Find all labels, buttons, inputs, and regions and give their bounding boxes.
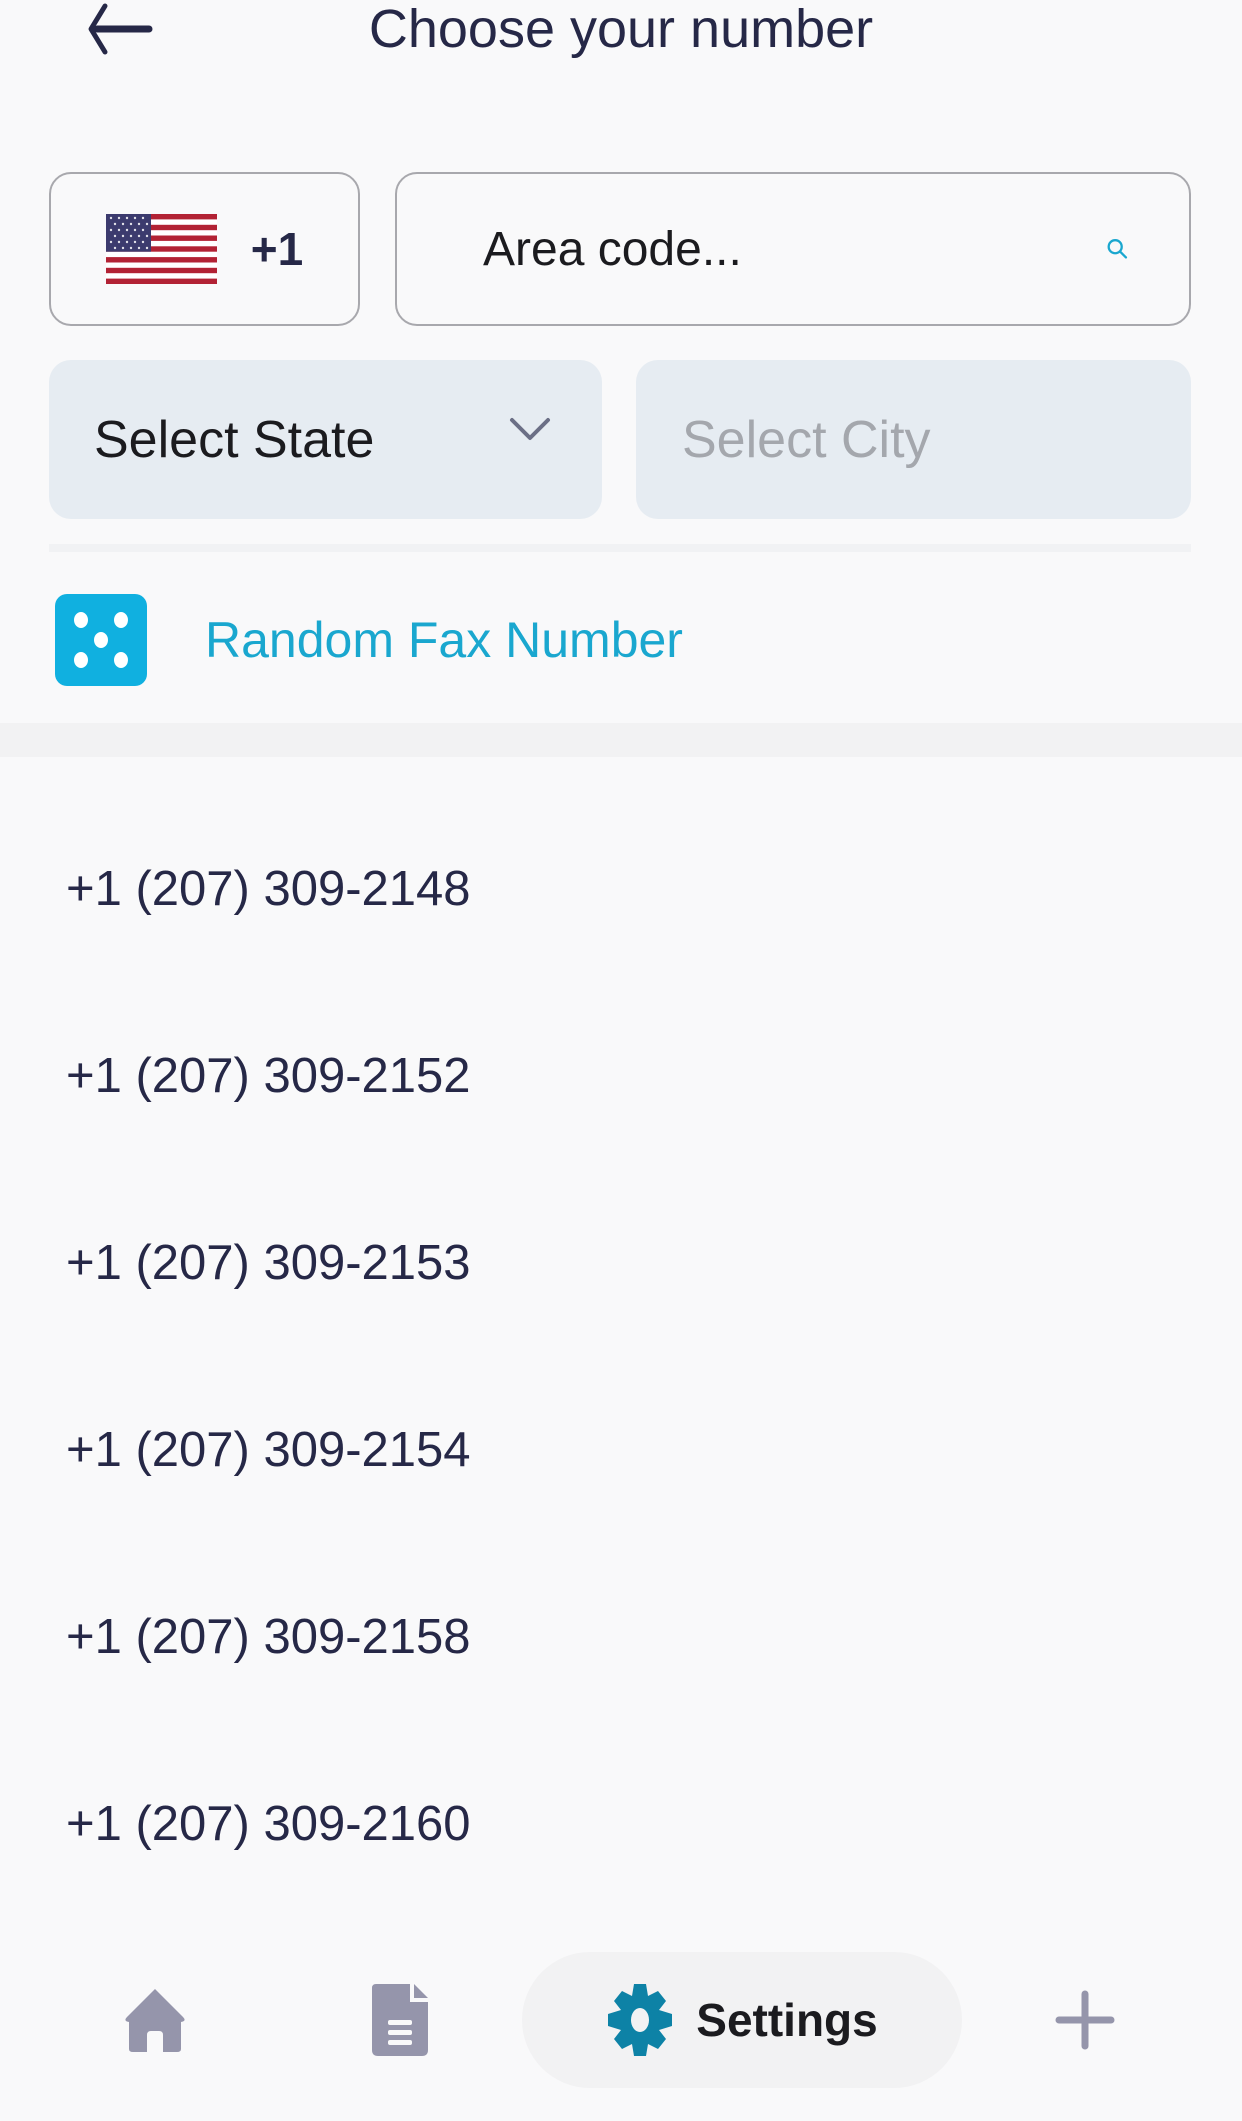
city-select-label: Select City: [682, 410, 931, 469]
list-item[interactable]: +1 (207) 309-2160: [0, 1730, 1242, 1917]
nav-home[interactable]: [100, 1930, 210, 2110]
section-separator: [0, 723, 1242, 757]
phone-number: +1 (207) 309-2158: [66, 1609, 471, 1664]
divider: [49, 544, 1191, 552]
nav-settings-label: Settings: [696, 1994, 878, 2046]
gear-icon: [608, 1984, 673, 2056]
chevron-down-icon: [510, 417, 550, 440]
random-fax-number-label: Random Fax Number: [205, 612, 683, 668]
list-item[interactable]: +1 (207) 309-2158: [0, 1543, 1242, 1730]
phone-number: +1 (207) 309-2148: [66, 861, 471, 916]
plus-icon: [1055, 1990, 1115, 2050]
page-title: Choose your number: [368, 0, 874, 59]
phone-number: +1 (207) 309-2153: [66, 1235, 471, 1290]
city-select[interactable]: Select City: [636, 360, 1191, 519]
area-code-search[interactable]: [395, 172, 1191, 326]
search-icon[interactable]: [1106, 219, 1129, 279]
phone-number: +1 (207) 309-2160: [66, 1796, 471, 1851]
list-item[interactable]: +1 (207) 309-2153: [0, 1169, 1242, 1356]
state-select-label: Select State: [94, 410, 375, 469]
bottom-navigation: Settings: [0, 1930, 1242, 2110]
state-select[interactable]: Select State: [49, 360, 602, 519]
dice-icon: [55, 594, 147, 686]
document-icon: [372, 1984, 428, 2056]
phone-number: +1 (207) 309-2154: [66, 1422, 471, 1477]
number-list: +1 (207) 309-2148 +1 (207) 309-2152 +1 (…: [0, 795, 1242, 1917]
nav-settings[interactable]: Settings: [522, 1952, 962, 2088]
nav-documents[interactable]: [345, 1930, 455, 2110]
us-flag-icon: [105, 214, 217, 284]
home-icon: [125, 1989, 185, 2052]
list-item[interactable]: +1 (207) 309-2148: [0, 795, 1242, 982]
list-item[interactable]: +1 (207) 309-2152: [0, 982, 1242, 1169]
country-selector[interactable]: +1: [49, 172, 360, 326]
dial-code: +1: [250, 223, 304, 275]
phone-number: +1 (207) 309-2152: [66, 1048, 471, 1103]
random-fax-number-button[interactable]: Random Fax Number: [49, 580, 749, 700]
nav-add[interactable]: [1030, 1930, 1140, 2110]
list-item[interactable]: +1 (207) 309-2154: [0, 1356, 1242, 1543]
area-code-input[interactable]: [481, 220, 1106, 278]
